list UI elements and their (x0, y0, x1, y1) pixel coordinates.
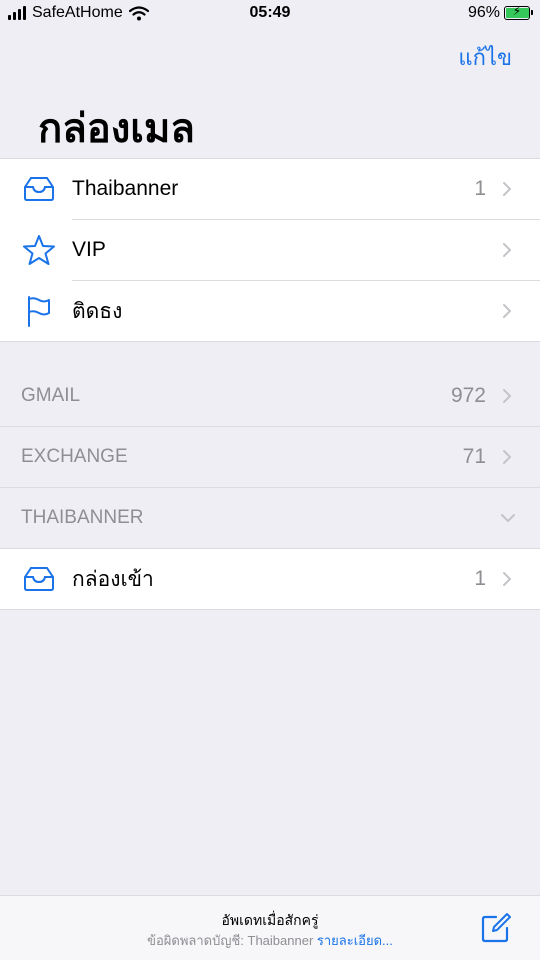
battery-icon: ⚡ (504, 4, 533, 20)
chevron-right-icon (503, 572, 511, 586)
mailbox-label: กล่องเข้า (72, 567, 154, 591)
unread-count: 1 (474, 177, 486, 200)
chevron-down-icon[interactable] (500, 513, 516, 523)
chevron-right-icon (503, 182, 511, 196)
chevron-right-icon (503, 243, 511, 257)
inbox-tray-icon (24, 567, 54, 591)
chevron-right-icon (503, 389, 511, 403)
battery-percent: 96% (467, 4, 500, 21)
mailboxes-group: Thaibanner 1 VIP ติดธง (0, 158, 540, 342)
mailbox-row-inbox[interactable]: กล่องเข้า 1 (0, 549, 540, 609)
update-status: อัพเดทเมื่อสักครู่ (221, 912, 319, 928)
account-error-text: ข้อผิดพลาดบัญชี: Thaibanner (147, 933, 317, 948)
mailbox-row-flagged[interactable]: ติดธง (28, 280, 540, 341)
mailbox-row-vip[interactable]: VIP (23, 219, 540, 280)
accounts-section: GMAIL 972 EXCHANGE 71 THAIBANNER (0, 366, 540, 549)
thaibanner-mailboxes-group: กล่องเข้า 1 (0, 549, 540, 610)
star-icon (23, 235, 55, 265)
flag-icon (28, 296, 50, 327)
account-row-gmail[interactable]: GMAIL 972 (0, 366, 540, 427)
page-title: กล่องเมล (38, 107, 195, 151)
account-count: 71 (462, 445, 486, 468)
account-row-thaibanner[interactable]: THAIBANNER (0, 488, 540, 549)
mailbox-row-thaibanner[interactable]: Thaibanner 1 (0, 159, 540, 219)
account-label: GMAIL (21, 385, 81, 406)
account-error-message: ข้อผิดพลาดบัญชี: Thaibanner รายละเอียด..… (0, 930, 540, 951)
edit-button[interactable]: แก้ไข (458, 40, 512, 75)
compose-icon[interactable] (480, 912, 512, 944)
status-bar: SafeAtHome 05:49 96% ⚡ (0, 0, 540, 28)
chevron-right-icon (503, 304, 511, 318)
account-count: 972 (450, 384, 486, 407)
mailbox-label: Thaibanner (72, 177, 179, 200)
status-time: 05:49 (249, 4, 291, 21)
mailbox-label: ติดธง (72, 299, 123, 323)
account-label: EXCHANGE (21, 446, 128, 467)
details-link[interactable]: รายละเอียด... (317, 933, 393, 948)
account-label: THAIBANNER (21, 507, 144, 528)
chevron-right-icon (503, 450, 511, 464)
unread-count: 1 (474, 567, 486, 590)
account-row-exchange[interactable]: EXCHANGE 71 (0, 427, 540, 488)
bottom-toolbar: อัพเดทเมื่อสักครู่ ข้อผิดพลาดบัญชี: Thai… (0, 895, 540, 960)
inbox-tray-icon (24, 177, 54, 201)
mailbox-label: VIP (72, 238, 106, 261)
